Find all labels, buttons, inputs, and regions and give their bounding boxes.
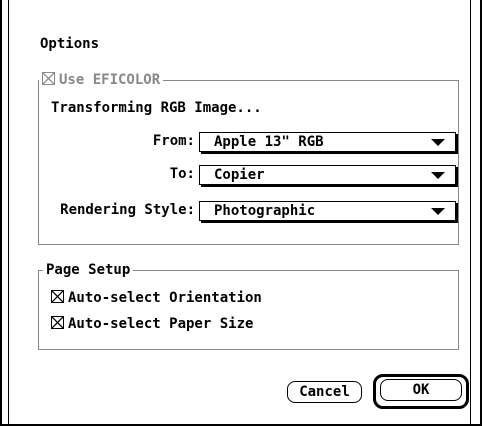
rendering-style-label: Rendering Style:: [60, 202, 195, 218]
page-setup-group: [38, 270, 459, 350]
rendering-style-popup[interactable]: Photographic: [199, 201, 456, 221]
frame-inner-left-edge: [8, 0, 9, 424]
dialog-title: Options: [40, 36, 100, 52]
frame-left-edge: [0, 0, 2, 424]
auto-paper-size-label: Auto-select Paper Size: [68, 316, 254, 332]
to-label: To:: [169, 166, 195, 182]
down-triangle-icon: [431, 172, 445, 179]
ok-button[interactable]: OK: [380, 379, 462, 401]
checkbox-checked-icon[interactable]: [51, 290, 64, 303]
cancel-button[interactable]: Cancel: [287, 381, 362, 403]
eficolor-checkbox-label: Use EFICOLOR: [59, 72, 161, 88]
from-popup[interactable]: Apple 13" RGB: [199, 132, 456, 152]
down-triangle-icon: [431, 208, 445, 215]
auto-orientation-label: Auto-select Orientation: [68, 290, 262, 306]
checkbox-checked-icon[interactable]: [42, 72, 55, 85]
checkbox-checked-icon[interactable]: [51, 316, 64, 329]
frame-inner-right-edge: [470, 0, 471, 424]
auto-orientation-option[interactable]: Auto-select Orientation: [51, 290, 262, 306]
transform-heading: Transforming RGB Image...: [51, 100, 262, 116]
auto-paper-size-option[interactable]: Auto-select Paper Size: [51, 316, 253, 332]
to-popup-value: Copier: [214, 167, 265, 183]
rendering-style-popup-value: Photographic: [214, 203, 316, 219]
down-triangle-icon: [431, 139, 445, 146]
from-popup-value: Apple 13" RGB: [214, 134, 324, 150]
to-popup[interactable]: Copier: [199, 165, 456, 185]
page-setup-group-label: Page Setup: [43, 262, 134, 278]
from-label: From:: [152, 133, 195, 149]
eficolor-group-header[interactable]: Use EFICOLOR: [39, 72, 164, 88]
